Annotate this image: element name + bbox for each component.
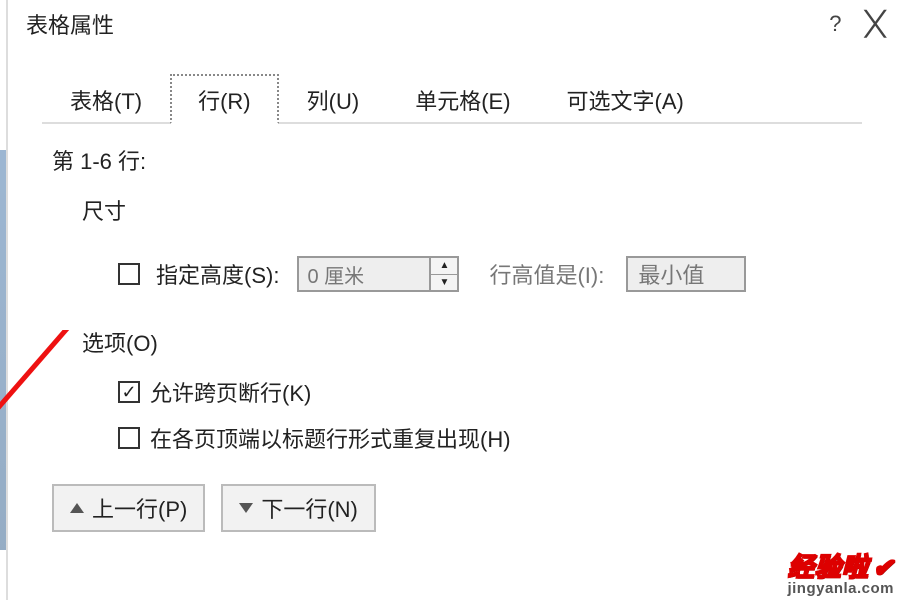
dialog-title: 表格属性 xyxy=(26,8,114,40)
tab-column[interactable]: 列(U) xyxy=(279,74,388,124)
tab-column-label: 列(U) xyxy=(307,89,360,114)
spinner-buttons: ▲ ▼ xyxy=(429,258,457,290)
next-row-button[interactable]: 下一行(N) xyxy=(221,484,376,532)
repeat-header-checkbox[interactable] xyxy=(118,427,140,449)
tab-row-label: 行(R) xyxy=(198,89,251,114)
help-icon[interactable]: ? xyxy=(829,11,841,37)
specify-height-label: 指定高度(S): xyxy=(156,258,279,290)
prev-row-label: 上一行(P) xyxy=(92,492,187,524)
repeat-header-row: 在各页顶端以标题行形式重复出现(H) xyxy=(118,422,900,454)
tab-alt-text[interactable]: 可选文字(A) xyxy=(539,74,712,124)
height-spinner[interactable]: ▲ ▼ xyxy=(297,256,459,292)
nav-buttons: 上一行(P) 下一行(N) xyxy=(52,484,900,532)
row-height-rule-label: 行高值是(I): xyxy=(489,258,604,290)
height-input[interactable] xyxy=(299,258,429,290)
next-row-label: 下一行(N) xyxy=(261,492,358,524)
allow-break-label: 允许跨页断行(K) xyxy=(150,376,311,408)
row-height-rule-combo[interactable]: 最小值 xyxy=(626,256,746,292)
tab-cell[interactable]: 单元格(E) xyxy=(387,74,538,124)
tab-table[interactable]: 表格(T) xyxy=(42,74,170,124)
height-row: 指定高度(S): ▲ ▼ 行高值是(I): 最小值 xyxy=(118,256,900,292)
titlebar: 表格属性 ? ╳ xyxy=(8,0,900,48)
repeat-header-label: 在各页顶端以标题行形式重复出现(H) xyxy=(150,422,511,454)
tab-cell-label: 单元格(E) xyxy=(415,89,510,114)
close-icon[interactable]: ╳ xyxy=(865,10,885,39)
spinner-up[interactable]: ▲ xyxy=(431,258,457,275)
tab-strip: 表格(T) 行(R) 列(U) 单元格(E) 可选文字(A) xyxy=(42,72,862,124)
triangle-down-icon xyxy=(239,503,253,513)
allow-break-row: 允许跨页断行(K) xyxy=(118,376,900,408)
prev-row-button[interactable]: 上一行(P) xyxy=(52,484,205,532)
specify-height-checkbox[interactable] xyxy=(118,263,140,285)
row-height-rule-value: 最小值 xyxy=(638,258,704,290)
allow-break-checkbox[interactable] xyxy=(118,381,140,403)
size-section-label: 尺寸 xyxy=(82,194,900,226)
tab-alt-label: 可选文字(A) xyxy=(567,89,684,114)
row-range-label: 第 1-6 行: xyxy=(52,144,900,176)
triangle-up-icon xyxy=(70,503,84,513)
tab-row[interactable]: 行(R) xyxy=(170,74,279,124)
options-section-label: 选项(O) xyxy=(82,326,900,358)
spinner-down[interactable]: ▼ xyxy=(431,275,457,291)
tab-table-label: 表格(T) xyxy=(70,89,142,114)
row-tab-content: 第 1-6 行: 尺寸 指定高度(S): ▲ ▼ 行高值是(I): 最小值 选项… xyxy=(8,124,900,454)
table-properties-dialog: 表格属性 ? ╳ 表格(T) 行(R) 列(U) 单元格(E) 可选文字(A) … xyxy=(6,0,900,600)
